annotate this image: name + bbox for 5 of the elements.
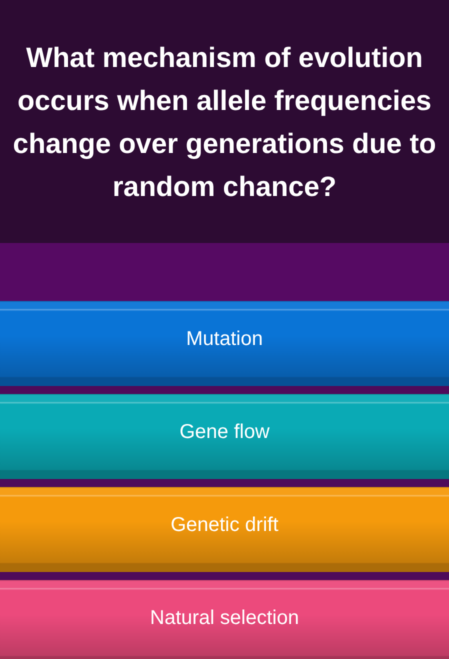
answer-option[interactable]: Mutation [0, 301, 449, 386]
answer-option[interactable]: Natural selection [0, 580, 449, 659]
answer-option[interactable]: Gene flow [0, 394, 449, 479]
answer-option[interactable]: Genetic drift [0, 487, 449, 572]
question-text: What mechanism of evolution occurs when allele frequencies change over generations due to random chance? [12, 40, 438, 204]
